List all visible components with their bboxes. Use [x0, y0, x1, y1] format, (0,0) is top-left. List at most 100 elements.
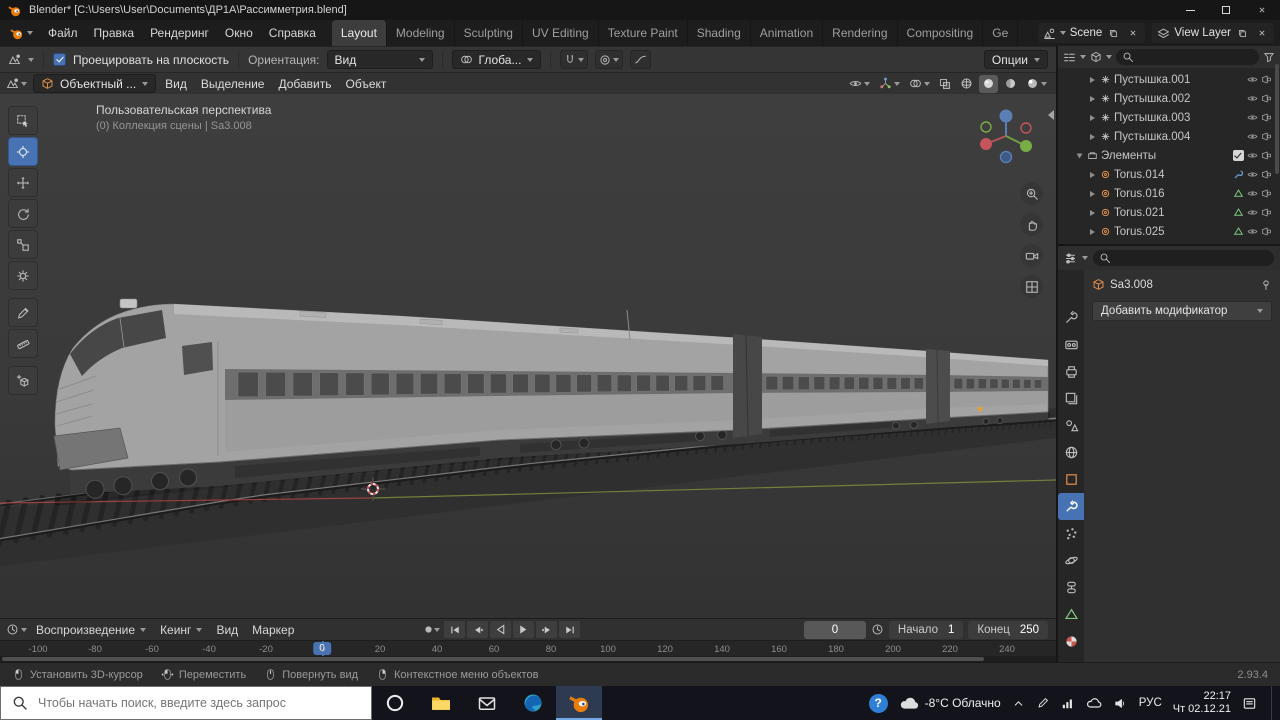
- disable-in-render-icon[interactable]: [1261, 112, 1272, 123]
- properties-tab-modifiers[interactable]: [1058, 493, 1084, 520]
- auto-keying-button[interactable]: [421, 621, 442, 638]
- project-onto-plane-checkbox[interactable]: [53, 53, 66, 66]
- play-button[interactable]: [513, 621, 535, 638]
- editor-type-icon[interactable]: [8, 53, 21, 66]
- properties-tab-tool[interactable]: [1058, 304, 1084, 331]
- hide-in-viewport-icon[interactable]: [1247, 169, 1258, 180]
- hide-in-viewport-icon[interactable]: [1247, 131, 1258, 142]
- play-reverse-button[interactable]: [490, 621, 512, 638]
- outliner-row[interactable]: [1058, 241, 1280, 244]
- workspace-tab-layout[interactable]: Layout: [331, 20, 387, 46]
- disclosure-arrow[interactable]: [1090, 190, 1095, 197]
- tool-measure[interactable]: [8, 329, 38, 358]
- timeline-menu-item[interactable]: Маркер: [245, 623, 301, 637]
- hide-in-viewport-icon[interactable]: [1247, 74, 1258, 85]
- workspace-tab-texture-paint[interactable]: Texture Paint: [599, 20, 688, 46]
- properties-tab-material[interactable]: [1058, 628, 1084, 655]
- tray-expand-icon[interactable]: [1012, 697, 1025, 710]
- show-desktop-strip[interactable]: [1271, 686, 1276, 720]
- display-mode-icon[interactable]: [1090, 51, 1102, 63]
- shading-rendered-button[interactable]: [1023, 75, 1050, 93]
- properties-tab-scene[interactable]: [1058, 412, 1084, 439]
- taskbar-search[interactable]: [0, 686, 372, 720]
- view-layer-selector[interactable]: View Layer: [1152, 23, 1274, 43]
- outliner-row[interactable]: Пустышка.002: [1058, 89, 1280, 108]
- pen-icon[interactable]: [1036, 696, 1050, 710]
- new-scene-button[interactable]: [1106, 26, 1121, 41]
- disable-in-render-icon[interactable]: [1261, 207, 1272, 218]
- falloff-button[interactable]: [630, 50, 652, 69]
- disable-in-render-icon[interactable]: [1261, 74, 1272, 85]
- properties-tab-data[interactable]: [1058, 601, 1084, 628]
- viewport-menu-item[interactable]: Добавить: [271, 73, 338, 95]
- tool-annotate[interactable]: [8, 298, 38, 327]
- menubar-item[interactable]: Справка: [261, 20, 324, 46]
- taskbar-app-cortana[interactable]: [372, 686, 418, 720]
- menubar-item[interactable]: Файл: [40, 20, 86, 46]
- pan-button[interactable]: [1020, 213, 1043, 236]
- gizmos-dropdown[interactable]: [876, 75, 903, 93]
- disable-in-render-icon[interactable]: [1261, 188, 1272, 199]
- current-frame-field[interactable]: 0: [803, 620, 866, 639]
- close-button[interactable]: [1244, 0, 1280, 20]
- properties-tab-physics[interactable]: [1058, 547, 1084, 574]
- help-icon[interactable]: ?: [868, 693, 888, 713]
- disable-in-render-icon[interactable]: [1261, 150, 1272, 161]
- mode-dropdown[interactable]: Объектный ...: [33, 74, 157, 93]
- outliner-search[interactable]: [1116, 49, 1259, 65]
- properties-tab-object[interactable]: [1058, 466, 1084, 493]
- disclosure-arrow[interactable]: [1076, 153, 1083, 158]
- viewport-menu-item[interactable]: Выделение: [194, 73, 272, 95]
- properties-tab-texture[interactable]: [1058, 655, 1084, 662]
- add-modifier-dropdown[interactable]: Добавить модификатор: [1092, 301, 1272, 321]
- filter-icon[interactable]: [1263, 51, 1275, 63]
- menubar-item[interactable]: Рендеринг: [142, 20, 217, 46]
- disable-in-render-icon[interactable]: [1261, 226, 1272, 237]
- properties-tab-view-layer[interactable]: [1058, 385, 1084, 412]
- orientation-dropdown[interactable]: Вид: [326, 50, 433, 69]
- taskbar-search-input[interactable]: [36, 695, 360, 711]
- scene-selector[interactable]: Scene: [1037, 23, 1146, 43]
- viewport-canvas[interactable]: [0, 94, 1056, 618]
- outliner-row[interactable]: Torus.016: [1058, 184, 1280, 203]
- delete-scene-button[interactable]: [1125, 26, 1140, 41]
- scrollbar-thumb[interactable]: [2, 657, 985, 661]
- blender-menu-button[interactable]: [2, 26, 40, 41]
- menubar-item[interactable]: Окно: [217, 20, 261, 46]
- disclosure-arrow[interactable]: [1090, 209, 1095, 216]
- properties-tab-output[interactable]: [1058, 358, 1084, 385]
- minimize-button[interactable]: [1172, 0, 1208, 20]
- properties-tab-particles[interactable]: [1058, 520, 1084, 547]
- outliner-search-input[interactable]: [1138, 51, 1253, 63]
- viewport-3d[interactable]: Пользовательская перспектива (0) Коллекц…: [0, 94, 1056, 618]
- timeline-ruler[interactable]: 0 -100 -80 -60 -40 -20 0 20 40 60 80 100 120 140 160 1…: [0, 640, 1056, 656]
- disable-in-render-icon[interactable]: [1261, 93, 1272, 104]
- workspace-tab-ge[interactable]: Ge: [983, 20, 1019, 46]
- hide-in-viewport-icon[interactable]: [1247, 150, 1258, 161]
- jump-to-start-button[interactable]: [444, 621, 466, 638]
- tool-transform[interactable]: [8, 261, 38, 290]
- network-icon[interactable]: [1061, 696, 1075, 710]
- properties-tab-world[interactable]: [1058, 439, 1084, 466]
- workspace-tab-uv-editing[interactable]: UV Editing: [523, 20, 599, 46]
- collection-checkbox[interactable]: [1233, 150, 1244, 161]
- tool-scale[interactable]: [8, 230, 38, 259]
- next-keyframe-button[interactable]: [536, 621, 558, 638]
- overlays-dropdown[interactable]: [906, 75, 933, 93]
- shading-wireframe-button[interactable]: [957, 75, 976, 93]
- timeline-editor-icon[interactable]: [6, 623, 19, 636]
- outliner-editor-icon[interactable]: [1063, 51, 1076, 64]
- outliner-row[interactable]: Torus.025: [1058, 222, 1280, 241]
- weather-widget[interactable]: -8°C Облачно: [899, 693, 1001, 713]
- sidebar-collapse-arrow[interactable]: [1048, 110, 1054, 120]
- frame-start-field[interactable]: Начало 1: [888, 620, 964, 639]
- timeline-menu-item[interactable]: Кеинг: [153, 623, 209, 637]
- onedrive-icon[interactable]: [1086, 695, 1102, 711]
- properties-tab-constraints[interactable]: [1058, 574, 1084, 601]
- shading-solid-button[interactable]: [979, 74, 998, 93]
- disable-in-render-icon[interactable]: [1261, 131, 1272, 142]
- pivot-point-dropdown[interactable]: Глоба...: [451, 50, 542, 69]
- taskbar-app-mail[interactable]: [464, 686, 510, 720]
- timeline-menu-item[interactable]: Воспроизведение: [29, 623, 153, 637]
- disclosure-arrow[interactable]: [1090, 228, 1095, 235]
